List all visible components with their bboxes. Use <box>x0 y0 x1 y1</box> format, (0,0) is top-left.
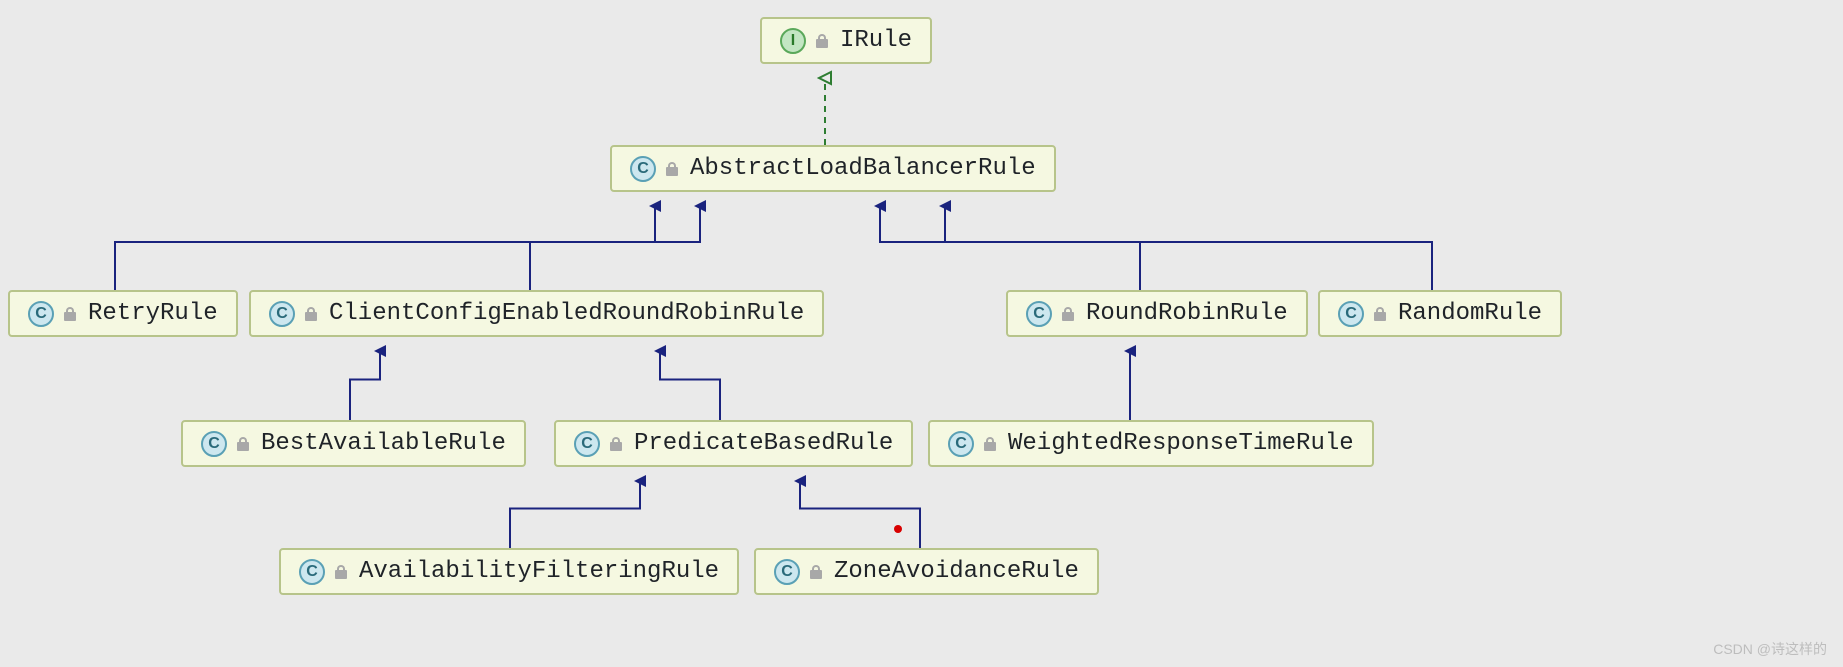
edge-zoneavoid-to-predicate <box>800 481 920 548</box>
node-label: AvailabilityFilteringRule <box>359 558 719 585</box>
node-label: RoundRobinRule <box>1086 300 1288 327</box>
node-irule: I IRule <box>760 17 932 64</box>
node-retry-rule: C RetryRule <box>8 290 238 337</box>
watermark-text: CSDN @诗这样的 <box>1713 639 1827 659</box>
lock-icon <box>1374 307 1386 321</box>
node-label: IRule <box>840 27 912 54</box>
node-abstract-load-balancer-rule: C AbstractLoadBalancerRule <box>610 145 1056 192</box>
class-badge-icon: C <box>299 559 325 585</box>
node-label: PredicateBasedRule <box>634 430 893 457</box>
lock-icon <box>237 437 249 451</box>
node-label: ClientConfigEnabledRoundRobinRule <box>329 300 804 327</box>
edge-clientconfig-to-abstract <box>530 206 700 290</box>
class-badge-icon: C <box>574 431 600 457</box>
edge-availfilter-to-predicate <box>510 481 640 548</box>
edge-random-to-abstract <box>945 206 1432 290</box>
class-badge-icon: C <box>774 559 800 585</box>
edge-retry-to-abstract <box>115 206 655 290</box>
class-badge-icon: C <box>1338 301 1364 327</box>
node-client-config-enabled-round-robin-rule: C ClientConfigEnabledRoundRobinRule <box>249 290 824 337</box>
class-badge-icon: C <box>28 301 54 327</box>
interface-badge-icon: I <box>780 28 806 54</box>
lock-icon <box>984 437 996 451</box>
lock-icon <box>810 565 822 579</box>
class-badge-icon: C <box>269 301 295 327</box>
lock-icon <box>335 565 347 579</box>
node-label: RandomRule <box>1398 300 1542 327</box>
node-label: RetryRule <box>88 300 218 327</box>
node-weighted-response-time-rule: C WeightedResponseTimeRule <box>928 420 1374 467</box>
class-badge-icon: C <box>1026 301 1052 327</box>
lock-icon <box>666 162 678 176</box>
lock-icon <box>610 437 622 451</box>
edge-bestavail-to-clientconfig <box>350 351 380 420</box>
node-label: BestAvailableRule <box>261 430 506 457</box>
node-best-available-rule: C BestAvailableRule <box>181 420 526 467</box>
edge-predicate-to-clientconfig <box>660 351 720 420</box>
cursor-dot-icon <box>894 525 902 533</box>
node-zone-avoidance-rule: C ZoneAvoidanceRule <box>754 548 1099 595</box>
lock-icon <box>1062 307 1074 321</box>
class-hierarchy-diagram: I IRule C AbstractLoadBalancerRule C Ret… <box>0 0 1843 667</box>
node-predicate-based-rule: C PredicateBasedRule <box>554 420 913 467</box>
class-badge-icon: C <box>630 156 656 182</box>
node-label: WeightedResponseTimeRule <box>1008 430 1354 457</box>
node-random-rule: C RandomRule <box>1318 290 1562 337</box>
class-badge-icon: C <box>948 431 974 457</box>
node-round-robin-rule: C RoundRobinRule <box>1006 290 1308 337</box>
edge-roundrobin-to-abstract <box>880 206 1140 290</box>
node-availability-filtering-rule: C AvailabilityFilteringRule <box>279 548 739 595</box>
lock-icon <box>64 307 76 321</box>
node-label: ZoneAvoidanceRule <box>834 558 1079 585</box>
node-label: AbstractLoadBalancerRule <box>690 155 1036 182</box>
lock-icon <box>305 307 317 321</box>
class-badge-icon: C <box>201 431 227 457</box>
lock-icon <box>816 34 828 48</box>
